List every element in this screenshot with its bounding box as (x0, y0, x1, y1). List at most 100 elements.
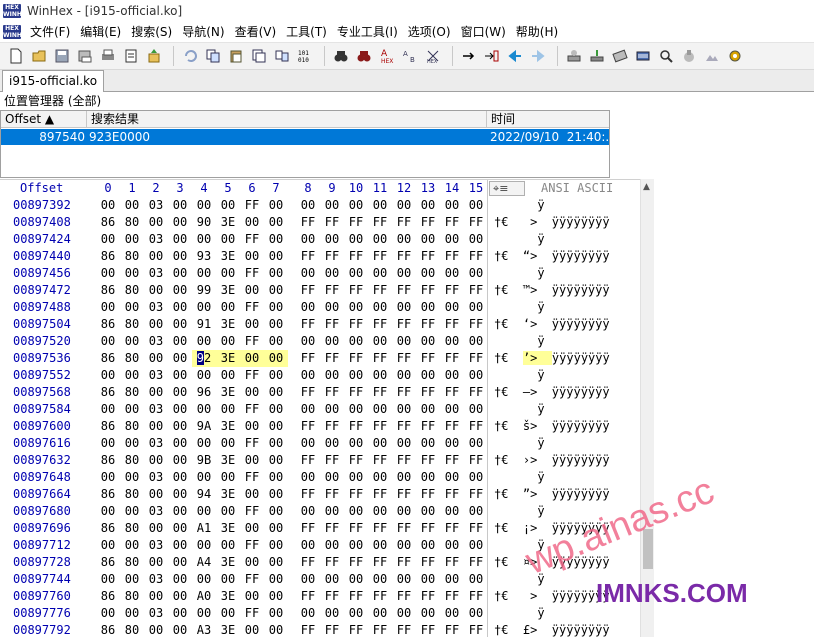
hex-byte[interactable]: 00 (344, 571, 368, 588)
hex-row[interactable]: 00897600 86 80 00 00 9A 3E 00 00 FF FF FF FF FF FF FF FF… (0, 418, 640, 435)
hex-row[interactable]: 00897584 00 00 03 00 00 00 FF 00 00 00 00 00 00 00 00 00… (0, 401, 640, 418)
ascii-text[interactable]: ÿ (494, 367, 610, 384)
hex-byte[interactable]: FF (344, 350, 368, 367)
hex-byte[interactable]: FF (416, 588, 440, 605)
hex-byte[interactable]: 00 (344, 401, 368, 418)
hex-byte[interactable]: 00 (344, 605, 368, 622)
hex-byte[interactable]: 00 (192, 605, 216, 622)
hex-byte[interactable]: FF (368, 384, 392, 401)
hex-byte[interactable]: 00 (96, 401, 120, 418)
hex-row[interactable]: 00897648 00 00 03 00 00 00 FF 00 00 00 00 00 00 00 00 00… (0, 469, 640, 486)
hex-byte[interactable]: 00 (464, 333, 488, 350)
hex-byte[interactable]: 00 (192, 333, 216, 350)
undo-icon[interactable] (180, 46, 200, 66)
hex-byte[interactable]: 00 (368, 469, 392, 486)
goto-offset-icon[interactable] (459, 46, 479, 66)
menu-tools[interactable]: 工具(T) (281, 22, 332, 42)
hex-byte[interactable]: A1 (192, 520, 216, 537)
hex-byte[interactable]: 00 (96, 469, 120, 486)
hex-byte[interactable]: 00 (344, 503, 368, 520)
hex-byte[interactable]: 00 (168, 435, 192, 452)
hex-byte[interactable]: FF (296, 214, 320, 231)
paste-icon[interactable] (226, 46, 246, 66)
hex-row[interactable]: 00897408 86 80 00 00 90 3E 00 00 FF FF FF FF FF FF FF FF… (0, 214, 640, 231)
hex-byte[interactable]: 00 (192, 401, 216, 418)
hex-byte[interactable]: 00 (96, 367, 120, 384)
hex-byte[interactable]: 00 (344, 469, 368, 486)
hex-byte[interactable]: 00 (240, 350, 264, 367)
hex-byte[interactable]: 00 (168, 384, 192, 401)
hex-byte[interactable]: 00 (344, 435, 368, 452)
hex-byte[interactable]: 00 (416, 605, 440, 622)
hex-byte[interactable]: 00 (144, 622, 168, 637)
hex-byte[interactable]: 00 (192, 197, 216, 214)
hex-byte[interactable]: 86 (96, 214, 120, 231)
tab-i915-official[interactable]: i915-official.ko (2, 70, 105, 92)
hex-byte[interactable]: 00 (264, 350, 288, 367)
hex-byte[interactable]: 00 (440, 503, 464, 520)
hex-byte[interactable]: 00 (144, 588, 168, 605)
ascii-text[interactable]: ÿ (494, 435, 610, 452)
hex-byte[interactable]: FF (440, 452, 464, 469)
hex-byte[interactable]: 00 (440, 605, 464, 622)
scrollbar-thumb[interactable] (643, 529, 653, 569)
hex-byte[interactable]: FF (296, 384, 320, 401)
hex-byte[interactable]: FF (392, 350, 416, 367)
hex-byte[interactable]: FF (416, 384, 440, 401)
hex-byte[interactable]: FF (368, 622, 392, 637)
hex-byte[interactable]: 00 (464, 605, 488, 622)
hex-byte[interactable]: 00 (464, 469, 488, 486)
hex-byte[interactable]: 99 (192, 282, 216, 299)
ascii-text[interactable]: †€ š> ÿÿÿÿÿÿÿÿ (494, 418, 610, 435)
hex-byte[interactable]: 00 (296, 197, 320, 214)
hex-byte[interactable]: 00 (168, 622, 192, 637)
hex-byte[interactable]: FF (240, 469, 264, 486)
hex-byte[interactable]: FF (464, 384, 488, 401)
hex-byte[interactable]: 3E (216, 452, 240, 469)
hex-byte[interactable]: 00 (296, 299, 320, 316)
hex-byte[interactable]: 00 (344, 333, 368, 350)
hex-byte[interactable]: 00 (168, 418, 192, 435)
hex-row[interactable]: 00897392 00 00 03 00 00 00 FF 00 00 00 00 00 00 00 00 00… (0, 197, 640, 214)
hex-byte[interactable]: 00 (120, 401, 144, 418)
ascii-text[interactable]: †€ ‘> ÿÿÿÿÿÿÿÿ (494, 316, 610, 333)
hex-byte[interactable]: 00 (216, 503, 240, 520)
hex-byte[interactable]: 00 (168, 231, 192, 248)
hex-byte[interactable]: 00 (168, 282, 192, 299)
hex-byte[interactable]: A4 (192, 554, 216, 571)
hex-byte[interactable]: FF (296, 316, 320, 333)
hex-byte[interactable]: 00 (168, 265, 192, 282)
hex-byte[interactable]: FF (240, 197, 264, 214)
hex-byte[interactable]: 86 (96, 282, 120, 299)
hex-byte[interactable]: 03 (144, 571, 168, 588)
hex-byte[interactable]: FF (344, 554, 368, 571)
hex-byte[interactable]: FF (416, 350, 440, 367)
hex-byte[interactable]: 00 (240, 520, 264, 537)
hex-byte[interactable]: FF (240, 605, 264, 622)
hex-byte[interactable]: 90 (192, 214, 216, 231)
hex-byte[interactable]: 00 (216, 197, 240, 214)
hex-byte[interactable]: 00 (240, 588, 264, 605)
hex-byte[interactable]: 00 (168, 469, 192, 486)
hex-byte[interactable]: 00 (168, 503, 192, 520)
hex-byte[interactable]: 9A (192, 418, 216, 435)
hex-byte[interactable]: 00 (120, 571, 144, 588)
hex-byte[interactable]: FF (440, 520, 464, 537)
hex-byte[interactable]: 00 (264, 588, 288, 605)
ascii-text[interactable]: †€ ™> ÿÿÿÿÿÿÿÿ (494, 282, 610, 299)
hex-byte[interactable]: FF (240, 537, 264, 554)
hex-byte[interactable]: FF (392, 384, 416, 401)
hex-row[interactable]: 00897744 00 00 03 00 00 00 FF 00 00 00 00 00 00 00 00 00… (0, 571, 640, 588)
hex-byte[interactable]: FF (240, 435, 264, 452)
hex-byte[interactable]: 00 (368, 333, 392, 350)
clone-icon[interactable] (702, 46, 722, 66)
hex-byte[interactable]: 00 (416, 231, 440, 248)
ascii-text[interactable]: †€ > ÿÿÿÿÿÿÿÿ (494, 214, 610, 231)
analyze-icon[interactable] (656, 46, 676, 66)
hex-byte[interactable]: FF (240, 571, 264, 588)
hex-byte[interactable]: 00 (296, 265, 320, 282)
hex-byte[interactable]: FF (296, 282, 320, 299)
hex-byte[interactable]: 03 (144, 333, 168, 350)
hex-byte[interactable]: 00 (240, 554, 264, 571)
hex-byte[interactable]: 86 (96, 622, 120, 637)
